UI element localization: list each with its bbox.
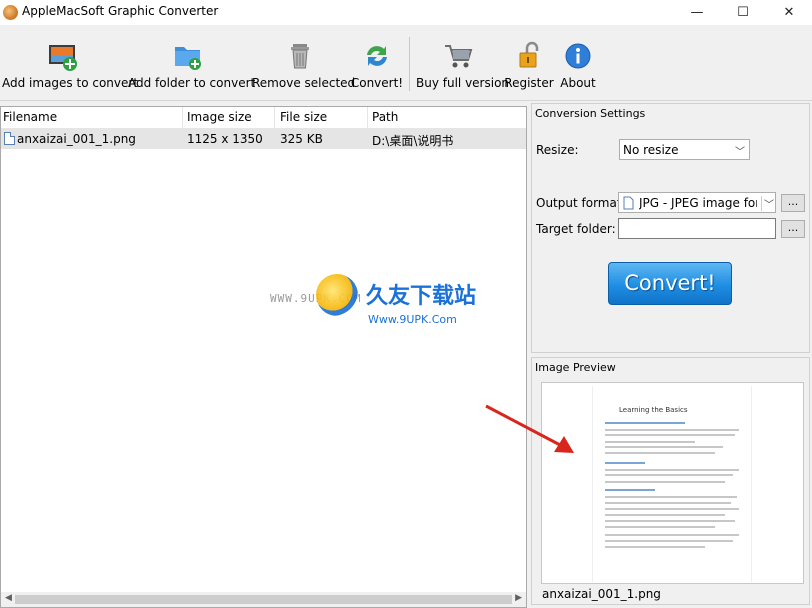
target-folder-input[interactable] <box>618 218 776 239</box>
register-button[interactable]: Register <box>504 25 554 101</box>
minimize-button[interactable]: — <box>674 0 720 25</box>
output-format-options-button[interactable]: ... <box>781 194 805 212</box>
maximize-button[interactable]: ☐ <box>720 0 766 25</box>
convert-arrows-icon <box>367 46 387 66</box>
scrollbar-thumb[interactable] <box>15 595 512 604</box>
preview-frame: Learning the Basics <box>541 382 804 584</box>
watermark-url: Www.9UPK.Com <box>368 313 457 326</box>
convert-toolbar-button[interactable]: Convert! <box>350 25 404 101</box>
close-button[interactable]: ✕ <box>766 0 812 25</box>
convert-button[interactable]: Convert! <box>608 262 732 305</box>
conversion-settings-panel: Conversion Settings Resize: No resize ﹀ … <box>531 103 810 353</box>
column-path[interactable]: Path <box>372 110 398 124</box>
about-label: About <box>560 76 596 90</box>
app-window: AppleMacSoft Graphic Converter — ☐ ✕ Add… <box>0 0 812 608</box>
file-list-header: Filename Image size File size Path <box>1 107 526 129</box>
register-label: Register <box>504 76 554 90</box>
remove-selected-label: Remove selected <box>252 76 356 90</box>
conversion-settings-title: Conversion Settings <box>535 107 646 120</box>
file-icon <box>4 132 15 145</box>
output-format-label: Output format: <box>536 196 626 210</box>
cell-file-size: 325 KB <box>280 132 323 146</box>
info-icon <box>565 43 591 69</box>
document-icon <box>623 196 634 210</box>
add-folder-icon <box>175 47 201 70</box>
column-divider[interactable] <box>182 107 183 129</box>
add-images-icon <box>49 45 77 71</box>
add-folder-button[interactable]: Add folder to convert <box>128 25 256 101</box>
output-format-value: JPG - JPEG image form <box>639 196 757 210</box>
trash-icon <box>291 44 309 69</box>
column-filename[interactable]: Filename <box>3 110 57 124</box>
add-images-button[interactable]: Add images to convert <box>2 25 139 101</box>
resize-dropdown[interactable]: No resize ﹀ <box>619 139 750 160</box>
padlock-icon <box>519 41 539 68</box>
cell-filename: anxaizai_001_1.png <box>17 132 136 146</box>
preview-thumbnail: Learning the Basics <box>592 386 752 582</box>
scroll-right-icon[interactable]: ▶ <box>515 593 522 603</box>
image-preview-title: Image Preview <box>535 361 616 374</box>
column-divider[interactable] <box>274 107 275 129</box>
target-folder-label: Target folder: <box>536 222 616 236</box>
buy-full-version-label: Buy full version <box>416 76 510 90</box>
cell-path: D:\桌面\说明书 <box>372 134 454 148</box>
preview-filename: anxaizai_001_1.png <box>542 587 661 601</box>
horizontal-scrollbar[interactable]: ◀ ▶ <box>1 592 526 607</box>
resize-value: No resize <box>623 143 679 157</box>
title-bar: AppleMacSoft Graphic Converter — ☐ ✕ <box>0 0 812 25</box>
buy-full-version-button[interactable]: Buy full version <box>416 25 510 101</box>
add-images-label: Add images to convert <box>2 76 139 90</box>
cell-image-size: 1125 x 1350 <box>187 132 263 146</box>
preview-page-heading: Learning the Basics <box>619 406 688 414</box>
shopping-cart-icon <box>445 45 473 68</box>
watermark-logo-icon <box>316 274 358 316</box>
resize-label: Resize: <box>536 143 579 157</box>
chevron-down-icon: ﹀ <box>761 196 774 211</box>
table-row[interactable]: anxaizai_001_1.png 1125 x 1350 325 KB D:… <box>1 129 526 149</box>
browse-folder-button[interactable]: ... <box>781 220 805 238</box>
column-divider[interactable] <box>367 107 368 129</box>
toolbar-separator <box>409 37 410 91</box>
window-title: AppleMacSoft Graphic Converter <box>22 4 219 18</box>
chevron-down-icon: ﹀ <box>735 147 745 158</box>
app-logo-icon <box>3 5 18 20</box>
file-list[interactable]: Filename Image size File size Path anxai… <box>0 106 527 608</box>
output-format-dropdown[interactable]: JPG - JPEG image form ﹀ <box>618 192 776 213</box>
add-folder-label: Add folder to convert <box>128 76 256 90</box>
annotation-arrow-icon <box>485 404 574 453</box>
about-button[interactable]: About <box>556 25 600 101</box>
column-image-size[interactable]: Image size <box>187 110 252 124</box>
remove-selected-button[interactable]: Remove selected <box>252 25 356 101</box>
scroll-left-icon[interactable]: ◀ <box>5 593 12 603</box>
toolbar: Add images to convert Add folder to conv… <box>0 25 812 101</box>
watermark: WWW.9UPK.COM 久友下载站 Www.9UPK.Com <box>270 268 510 348</box>
image-preview-panel: Image Preview Learning the Basics anxaiz… <box>531 357 810 605</box>
watermark-brand: 久友下载站 <box>366 284 477 309</box>
column-file-size[interactable]: File size <box>280 110 327 124</box>
convert-toolbar-label: Convert! <box>350 76 404 90</box>
